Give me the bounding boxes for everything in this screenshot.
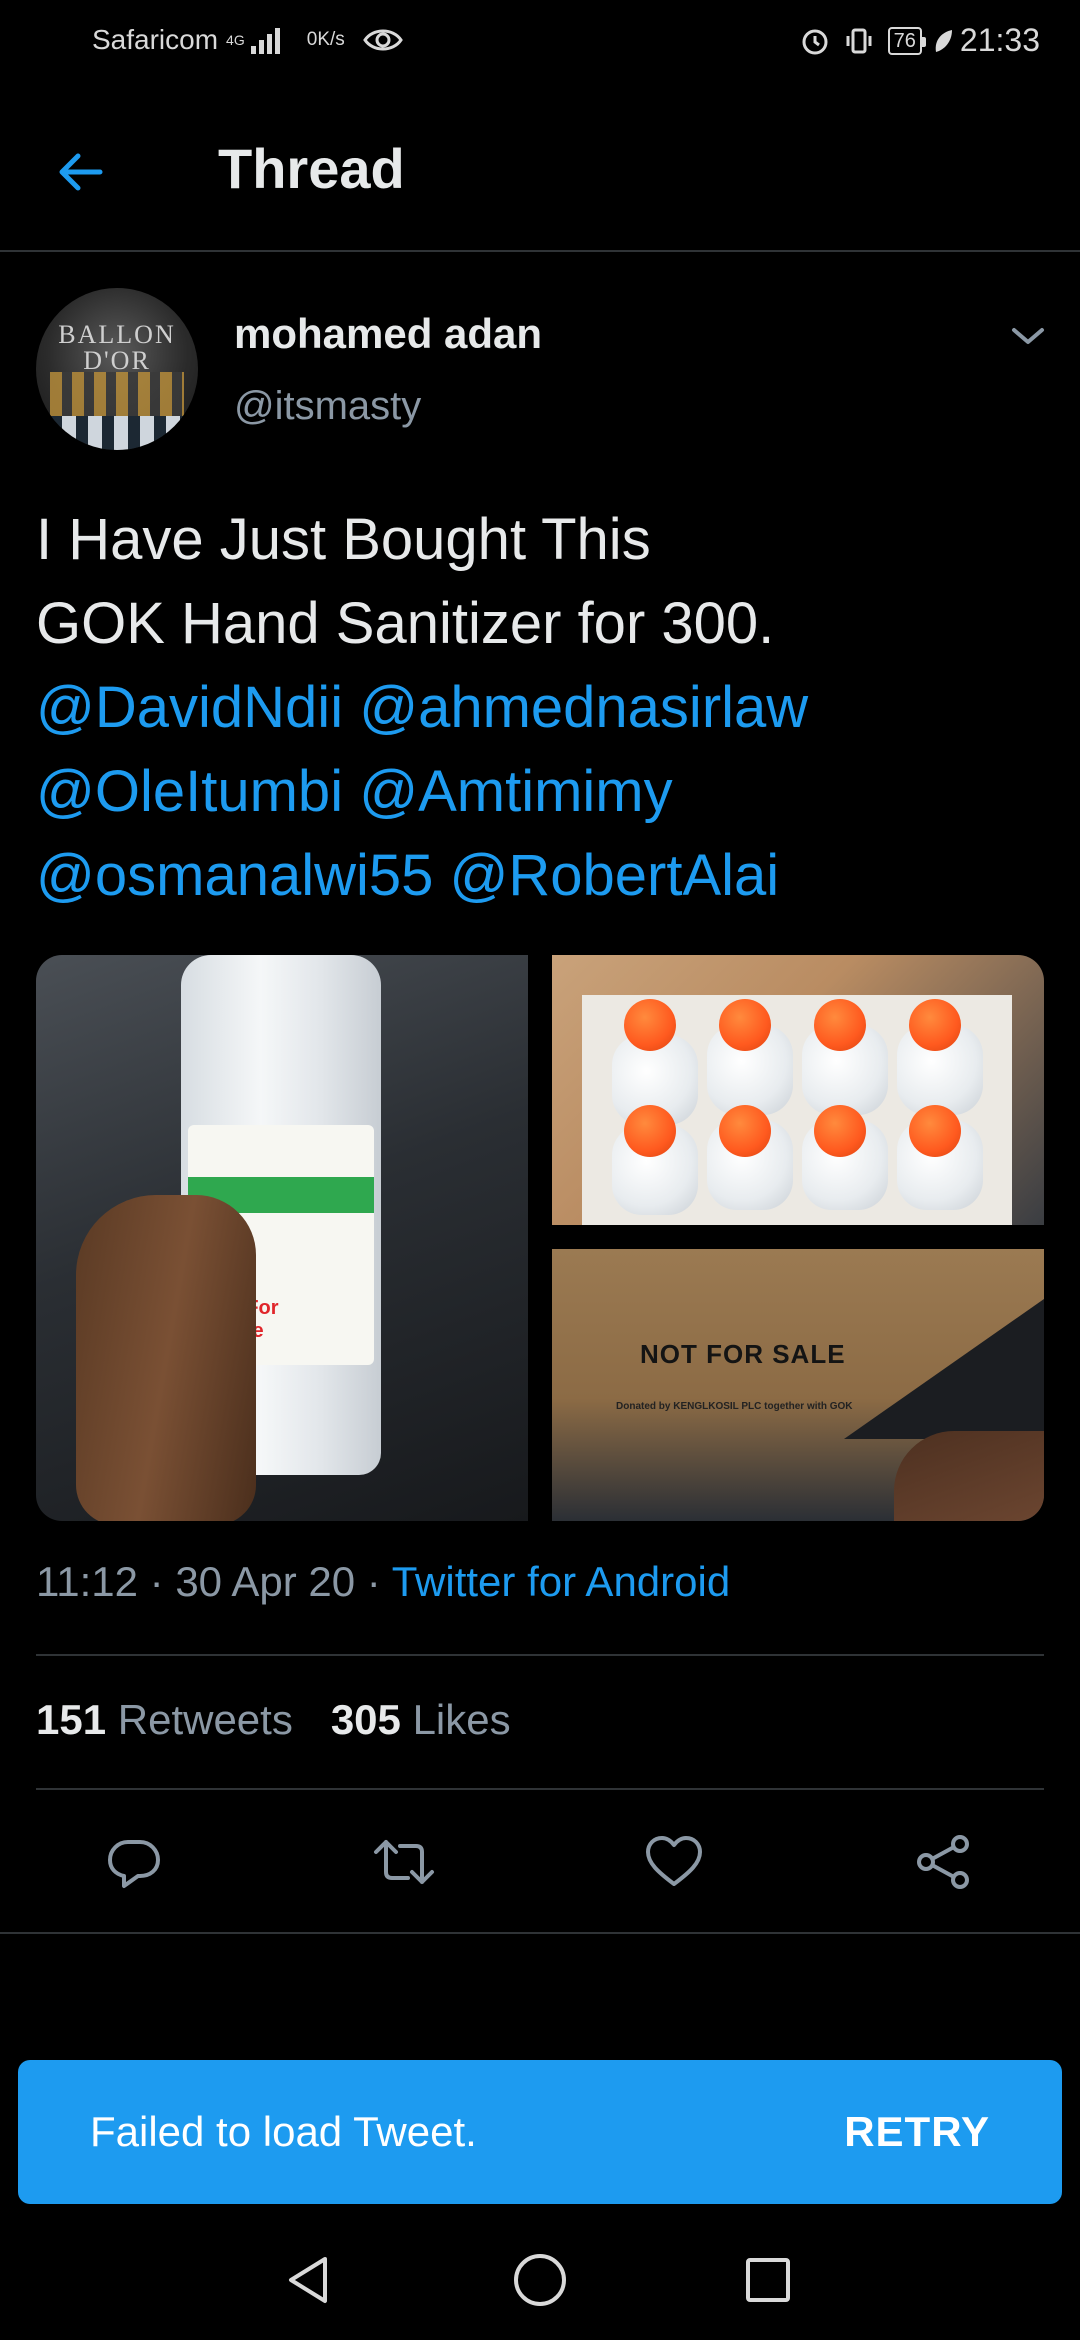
mention-link[interactable]: @osmanalwi55 [36, 843, 433, 908]
tweet-source-link[interactable]: Twitter for Android [392, 1558, 730, 1605]
share-icon [917, 1835, 969, 1889]
leaf-icon [932, 28, 954, 54]
retweets-stat[interactable]: 151 Retweets [36, 1696, 293, 1743]
chevron-down-icon [1012, 328, 1044, 344]
tweet-text-line: @DavidNdii @ahmednasirlaw [36, 666, 1046, 750]
bottle-cap [719, 1105, 771, 1157]
retweets-count: 151 [36, 1696, 107, 1743]
mention-link[interactable]: @DavidNdii [36, 675, 343, 740]
speed-value: 0 [306, 29, 318, 50]
bottle-cap [719, 999, 771, 1051]
media-image-1[interactable]: Not For Sale [36, 955, 528, 1521]
app-header: Thread [0, 90, 1080, 252]
eye-icon [362, 26, 403, 54]
divider [36, 1654, 1044, 1656]
tweet-menu-button[interactable] [1006, 314, 1050, 358]
triangle-back-icon [289, 2257, 327, 2303]
tweet-text-line: @osmanalwi55 @RobertAlai [36, 834, 1046, 918]
likes-stat[interactable]: 305 Likes [331, 1696, 511, 1743]
bottle-cap [624, 999, 676, 1051]
status-right: 76 21:33 [800, 22, 1040, 59]
nav-home-button[interactable] [480, 2220, 600, 2340]
avatar-floor [36, 416, 198, 450]
mention-link[interactable]: @OleItumbi [36, 759, 343, 824]
hand [76, 1195, 256, 1521]
avatar-text: BALLON D'OR [58, 320, 176, 375]
separator: · [355, 1558, 392, 1605]
reply-button[interactable] [92, 1820, 176, 1904]
status-clock: 21:33 [959, 22, 1040, 58]
mention-link[interactable]: @ahmednasirlaw [359, 675, 808, 740]
arrow-left-icon [59, 153, 103, 191]
like-button[interactable] [632, 1820, 716, 1904]
signal-icon [249, 26, 285, 54]
tweet-text-segment [433, 843, 449, 908]
speed-unit: K/s [317, 29, 345, 50]
tweet-text-segment [343, 759, 359, 824]
box-small-text: Donated by KENGLKOSIL PLC together with … [616, 1401, 853, 1412]
circle-home-icon [514, 2254, 566, 2306]
mention-link[interactable]: @Amtimimy [359, 759, 672, 824]
network-speed: 0 K/s [307, 29, 345, 51]
retry-button[interactable]: RETRY [844, 2108, 990, 2156]
divider [0, 1932, 1080, 1934]
avatar[interactable]: BALLON D'OR [36, 288, 198, 450]
tweet-text-line: @OleItumbi @Amtimimy [36, 750, 1046, 834]
timestamp-time: 11:12 [36, 1558, 138, 1605]
tweet-text-segment: GOK Hand Sanitizer for 300. [36, 591, 775, 656]
bottle-cap [624, 1105, 676, 1157]
nav-recents-button[interactable] [708, 2220, 828, 2340]
snackbar-message: Failed to load Tweet. [90, 2108, 477, 2155]
tweet-timestamp: 11:12 · 30 Apr 20 · Twitter for Android [36, 1558, 730, 1606]
bottle-cap [814, 1105, 866, 1157]
tweet-text-line: I Have Just Bought This [36, 498, 1046, 582]
media-image-2[interactable] [552, 955, 1044, 1225]
retweets-label: Retweets [117, 1696, 293, 1743]
tweet-action-bar [0, 1820, 1080, 1904]
retweet-icon [374, 1840, 434, 1884]
heart-icon [646, 1836, 702, 1886]
square-recents-icon [746, 2258, 790, 2302]
author-name[interactable]: mohamed adan [234, 310, 542, 358]
network-type: 4G [226, 32, 245, 48]
vibrate-icon [844, 26, 874, 56]
media-image-3[interactable]: NOT FOR SALE Donated by KENGLKOSIL PLC t… [552, 1249, 1044, 1521]
tweet-text-segment [343, 675, 359, 740]
system-nav-bar [0, 2220, 1080, 2340]
author-handle[interactable]: @itsmasty [234, 384, 421, 429]
error-snackbar: Failed to load Tweet. RETRY [18, 2060, 1062, 2204]
retweet-button[interactable] [362, 1820, 446, 1904]
tweet-text-segment: I Have Just Bought This [36, 507, 651, 572]
bottle-cap [909, 1105, 961, 1157]
divider [36, 1788, 1044, 1790]
back-button[interactable] [48, 140, 112, 204]
hand [894, 1431, 1044, 1521]
status-bar: Safaricom 4G 0 K/s 76 21:33 [0, 0, 1080, 90]
carrier-name: Safaricom [92, 24, 219, 55]
battery-indicator: 76 [887, 26, 927, 55]
avatar-stage [50, 372, 184, 416]
tweet-text-line: GOK Hand Sanitizer for 300. [36, 582, 1046, 666]
bottle-cap [814, 999, 866, 1051]
status-left: Safaricom 4G 0 K/s [92, 24, 403, 56]
likes-label: Likes [412, 1696, 511, 1743]
bottle-cap [909, 999, 961, 1051]
timestamp-date: 30 Apr 20 [175, 1558, 356, 1605]
share-button[interactable] [902, 1820, 986, 1904]
separator: · [138, 1558, 176, 1605]
reply-icon [108, 1840, 160, 1888]
alarm-icon [800, 26, 830, 56]
box-label-text: NOT FOR SALE [640, 1339, 846, 1369]
tweet-text: I Have Just Bought This GOK Hand Sanitize… [36, 498, 1046, 918]
tweet-stats: 151 Retweets 305 Likes [36, 1696, 511, 1744]
page-title: Thread [218, 137, 405, 200]
nav-back-button[interactable] [248, 2220, 368, 2340]
likes-count: 305 [330, 1696, 401, 1743]
box-shadow [844, 1299, 1044, 1439]
mention-link[interactable]: @RobertAlai [450, 843, 780, 908]
